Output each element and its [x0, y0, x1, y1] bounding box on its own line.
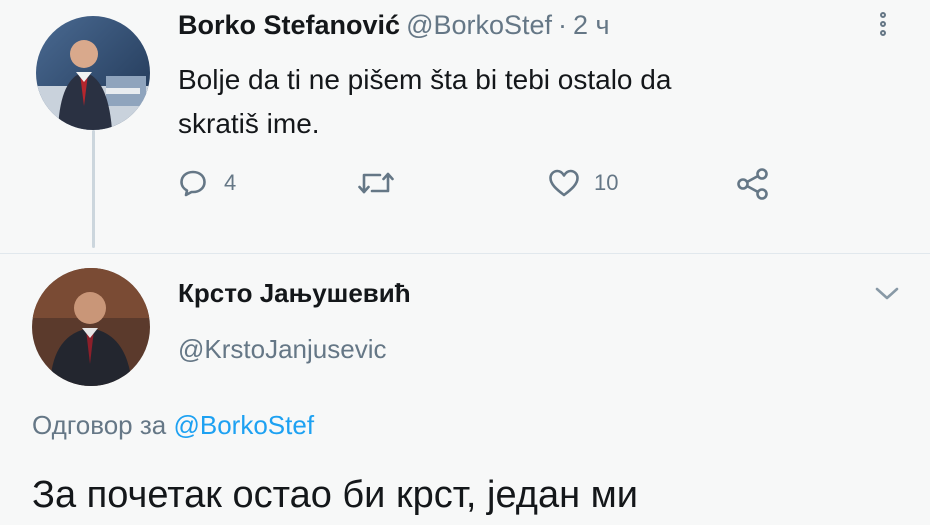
like-button[interactable]: 10	[548, 168, 618, 198]
tweet1-header: Borko Stefanović @BorkoStef · 2 ч	[178, 10, 610, 41]
reply-icon	[180, 170, 206, 197]
like-count: 10	[594, 170, 619, 195]
tweet1-handle[interactable]: @BorkoStef	[406, 10, 552, 40]
reply-count: 4	[224, 170, 237, 195]
avatar-borko[interactable]	[36, 16, 150, 130]
replying-to-mention[interactable]: @BorkoStef	[173, 410, 314, 440]
replying-to: Одговор за @BorkoStef	[32, 410, 314, 441]
thread-connector-line	[92, 130, 95, 248]
tweet-divider	[0, 253, 930, 254]
tweet1-text-line1: Bolje da ti ne pišem šta bi tebi ostalo …	[178, 64, 672, 95]
tweet1-text-line2: skratiš ime.	[178, 108, 320, 139]
replying-to-label: Одговор за	[32, 410, 167, 440]
tweet1-text: Bolje da ti ne pišem šta bi tebi ostalo …	[178, 58, 878, 146]
more-vertical-icon[interactable]	[880, 12, 890, 39]
share-button[interactable]	[736, 168, 770, 200]
tweet1-time[interactable]: 2 ч	[573, 10, 610, 40]
retweet-button[interactable]	[358, 168, 394, 198]
tweet2-display-name[interactable]: Крсто Јањушевић	[178, 278, 411, 309]
tweet1-display-name[interactable]: Borko Stefanović	[178, 10, 400, 40]
tweet2-text: За почетак остао би крст, један ми	[32, 474, 638, 516]
avatar-krsto[interactable]	[32, 268, 150, 386]
retweet-icon	[358, 172, 394, 194]
tweet2-handle[interactable]: @KrstoJanjusevic	[178, 334, 386, 365]
share-icon	[737, 168, 768, 200]
chevron-down-icon[interactable]	[872, 284, 902, 309]
tweet1-separator: ·	[558, 10, 568, 40]
heart-icon	[549, 169, 579, 197]
reply-button[interactable]: 4	[178, 168, 236, 198]
